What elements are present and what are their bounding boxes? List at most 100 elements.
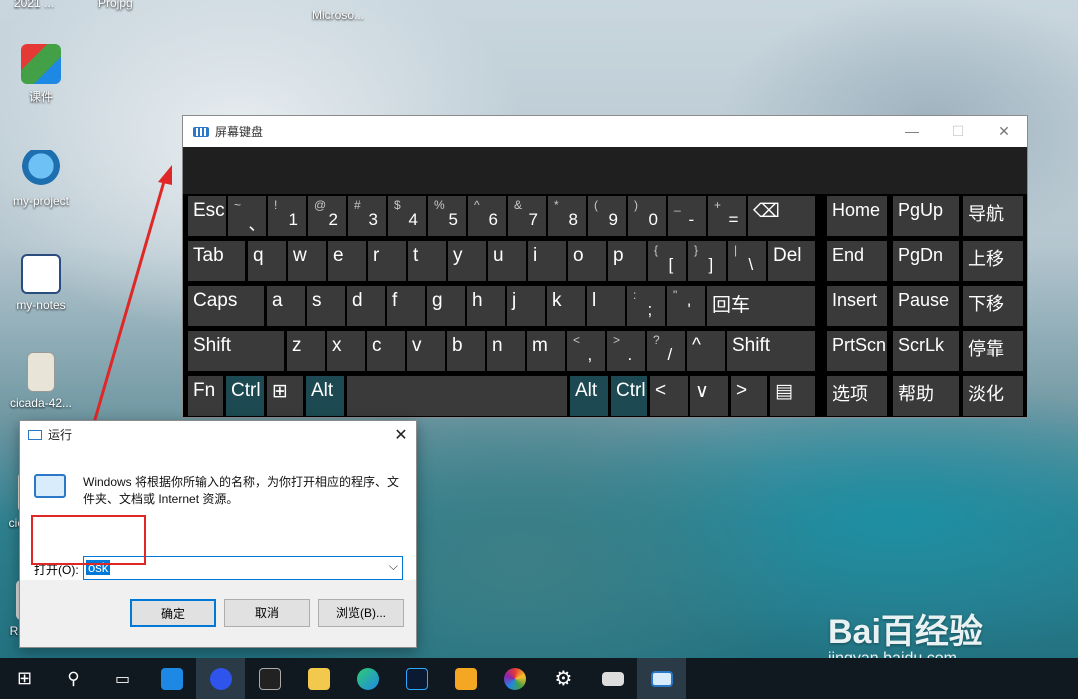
osk-key[interactable]: | \: [728, 241, 766, 281]
osk-nav-key[interactable]: Home: [827, 196, 887, 236]
osk-key[interactable]: & 7: [508, 196, 546, 236]
osk-key[interactable]: i: [528, 241, 566, 281]
osk-key[interactable]: #3: [348, 196, 386, 236]
osk-nav-key[interactable]: Insert: [827, 286, 887, 326]
osk-key[interactable]: }]: [688, 241, 726, 281]
osk-key[interactable]: + =: [708, 196, 746, 236]
osk-nav-key[interactable]: 选项: [827, 376, 887, 416]
osk-key[interactable]: q: [248, 241, 286, 281]
osk-key[interactable]: {[: [648, 241, 686, 281]
osk-key[interactable]: f: [387, 286, 425, 326]
osk-key[interactable]: " ': [667, 286, 705, 326]
osk-key[interactable]: Shift: [188, 331, 284, 371]
maximize-button[interactable]: ☐: [935, 123, 981, 140]
osk-key[interactable]: y: [448, 241, 486, 281]
osk-key[interactable]: ∨: [690, 376, 728, 416]
osk-key[interactable]: d: [347, 286, 385, 326]
ok-button[interactable]: 确定: [130, 599, 216, 627]
browse-button[interactable]: 浏览(B)...: [318, 599, 404, 627]
osk-key[interactable]: ^: [687, 331, 725, 371]
osk-key[interactable]: g: [427, 286, 465, 326]
minimize-button[interactable]: —: [889, 123, 935, 140]
osk-key[interactable]: ) 0: [628, 196, 666, 236]
osk-key[interactable]: l: [587, 286, 625, 326]
osk-key[interactable]: n: [487, 331, 525, 371]
osk-key[interactable]: ^ 6: [468, 196, 506, 236]
osk-key[interactable]: o: [568, 241, 606, 281]
osk-nav-key[interactable]: 下移: [963, 286, 1023, 326]
osk-key[interactable]: $4: [388, 196, 426, 236]
chevron-down-icon[interactable]: ⌵: [389, 559, 398, 574]
osk-key[interactable]: % 5: [428, 196, 466, 236]
search-button[interactable]: ⚲: [49, 658, 98, 699]
osk-nav-key[interactable]: Pause: [893, 286, 959, 326]
osk-key[interactable]: * 8: [548, 196, 586, 236]
osk-key[interactable]: h: [467, 286, 505, 326]
run-titlebar[interactable]: 运行 ✕: [20, 421, 416, 448]
osk-key[interactable]: (9: [588, 196, 626, 236]
osk-key[interactable]: <,: [567, 331, 605, 371]
osk-key[interactable]: :;: [627, 286, 665, 326]
osk-key[interactable]: u: [488, 241, 526, 281]
osk-key[interactable]: >: [731, 376, 767, 416]
osk-key[interactable]: Ctrl: [611, 376, 647, 416]
osk-nav-key[interactable]: PrtScn: [827, 331, 887, 371]
osk-key[interactable]: a: [267, 286, 305, 326]
close-button[interactable]: ✕: [981, 123, 1027, 140]
task-view-button[interactable]: ▭: [98, 658, 147, 699]
osk-key[interactable]: Del: [768, 241, 815, 281]
taskbar-run[interactable]: [637, 658, 686, 699]
osk-nav-key[interactable]: 帮助: [893, 376, 959, 416]
taskbar-baidu[interactable]: [196, 658, 245, 699]
osk-nav-key[interactable]: PgUp: [893, 196, 959, 236]
taskbar-photoshop[interactable]: [392, 658, 441, 699]
osk-key[interactable]: Alt: [306, 376, 344, 416]
osk-key[interactable]: 回车: [707, 286, 815, 326]
osk-nav-key[interactable]: PgDn: [893, 241, 959, 281]
osk-key[interactable]: _ -: [668, 196, 706, 236]
osk-key[interactable]: ⌫: [748, 196, 815, 236]
osk-key[interactable]: t: [408, 241, 446, 281]
osk-nav-key[interactable]: 上移: [963, 241, 1023, 281]
osk-key[interactable]: m: [527, 331, 565, 371]
osk-key[interactable]: x: [327, 331, 365, 371]
osk-key[interactable]: ⊞: [267, 376, 303, 416]
osk-nav-key[interactable]: End: [827, 241, 887, 281]
osk-key[interactable]: e: [328, 241, 366, 281]
osk-key[interactable]: k: [547, 286, 585, 326]
osk-nav-key[interactable]: 淡化: [963, 376, 1023, 416]
taskbar-app[interactable]: [441, 658, 490, 699]
osk-key[interactable]: w: [288, 241, 326, 281]
taskbar-edge[interactable]: [343, 658, 392, 699]
osk-key[interactable]: s: [307, 286, 345, 326]
close-icon[interactable]: ✕: [386, 425, 416, 445]
osk-key[interactable]: Alt: [570, 376, 608, 416]
osk-key[interactable]: j: [507, 286, 545, 326]
osk-key[interactable]: [347, 376, 567, 416]
start-button[interactable]: ⊞: [0, 658, 49, 699]
taskbar-color-app[interactable]: [490, 658, 539, 699]
osk-key[interactable]: @2: [308, 196, 346, 236]
osk-key[interactable]: b: [447, 331, 485, 371]
taskbar-explorer[interactable]: [294, 658, 343, 699]
osk-key[interactable]: ? /: [647, 331, 685, 371]
osk-key[interactable]: c: [367, 331, 405, 371]
taskbar-settings[interactable]: ⚙: [539, 658, 588, 699]
osk-key[interactable]: v: [407, 331, 445, 371]
osk-key[interactable]: z: [287, 331, 325, 371]
osk-key[interactable]: Tab: [188, 241, 245, 281]
osk-key[interactable]: ▤: [770, 376, 815, 416]
osk-key[interactable]: ~、: [228, 196, 266, 236]
osk-key[interactable]: p: [608, 241, 646, 281]
osk-key[interactable]: >.: [607, 331, 645, 371]
taskbar-terminal[interactable]: [245, 658, 294, 699]
osk-nav-key[interactable]: ScrLk: [893, 331, 959, 371]
osk-key[interactable]: Ctrl: [226, 376, 264, 416]
osk-key[interactable]: Caps: [188, 286, 264, 326]
osk-key[interactable]: Esc: [188, 196, 226, 236]
osk-nav-key[interactable]: 停靠: [963, 331, 1023, 371]
taskbar-osk[interactable]: [588, 658, 637, 699]
osk-key[interactable]: ! 1: [268, 196, 306, 236]
osk-titlebar[interactable]: 屏幕键盘 — ☐ ✕: [183, 116, 1027, 147]
osk-nav-key[interactable]: 导航: [963, 196, 1023, 236]
